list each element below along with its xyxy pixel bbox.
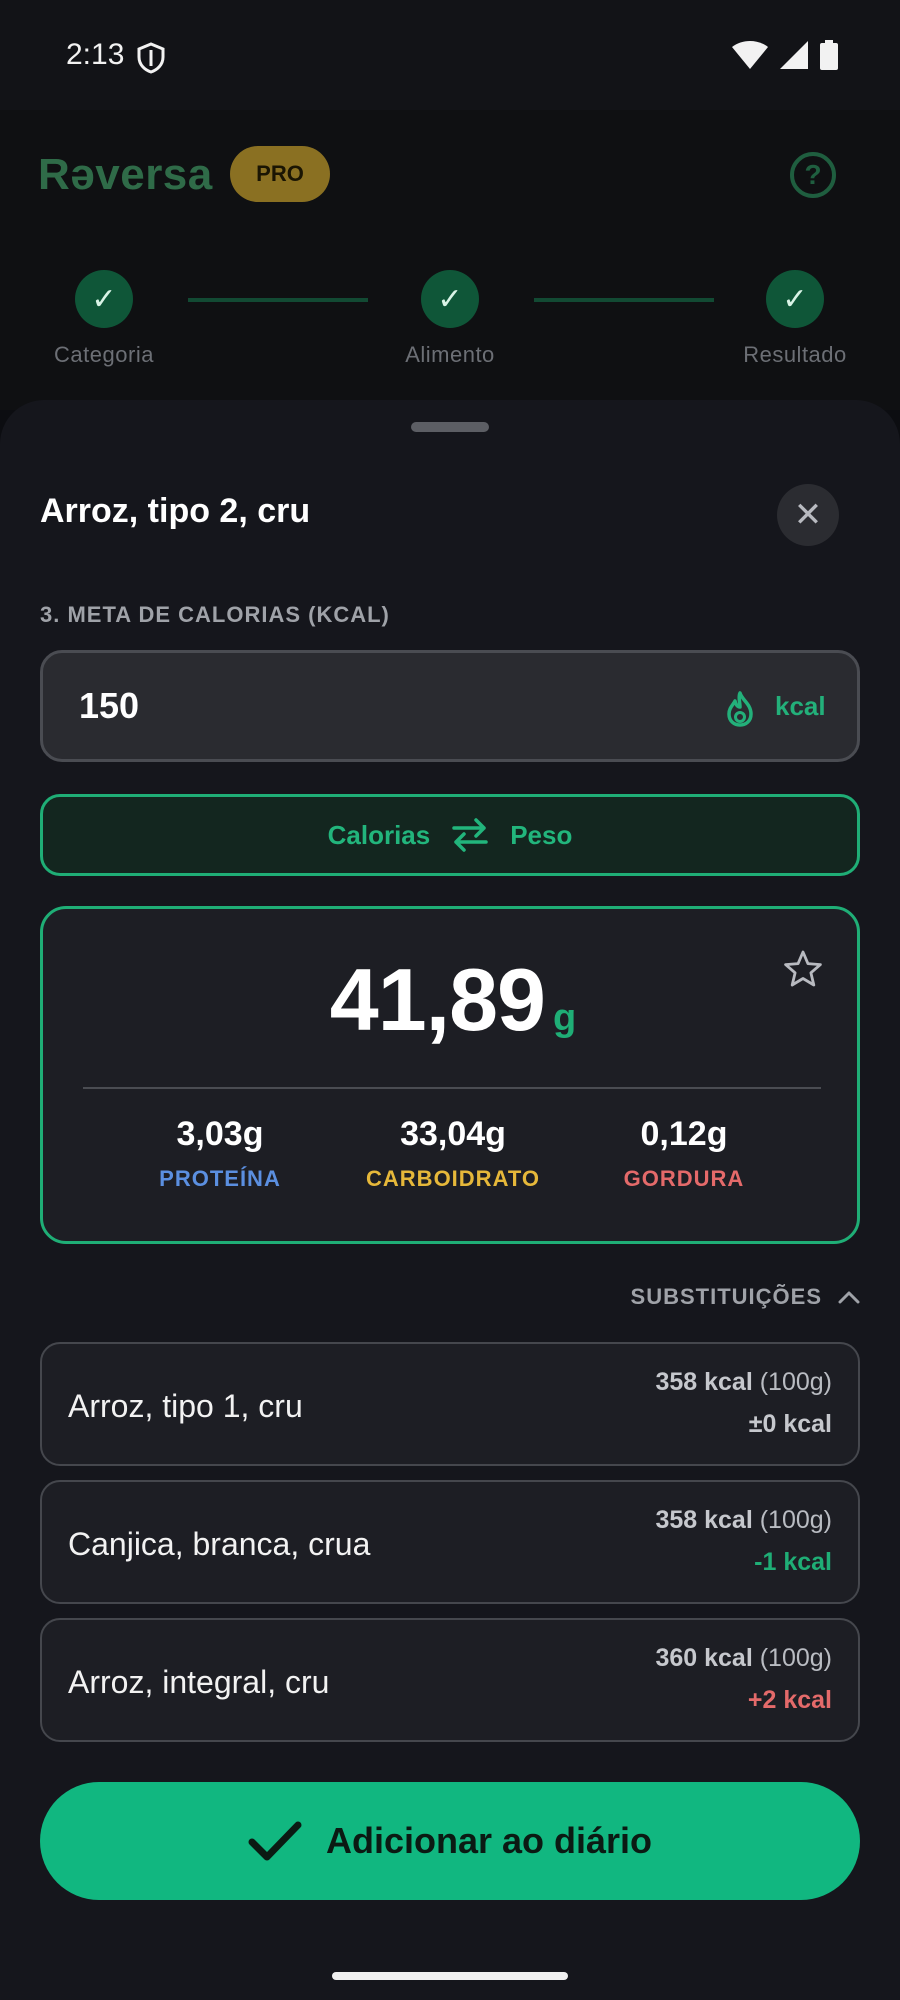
app-header: Rəversa PRO ? ✓ Categoria ✓ Alimento ✓ R… <box>0 110 900 410</box>
step-label: Categoria <box>54 342 154 367</box>
divider <box>83 1087 821 1089</box>
macro-label: GORDURA <box>623 1166 745 1191</box>
macro-label: PROTEÍNA <box>159 1166 281 1191</box>
substitutions-toggle[interactable]: SUBSTITUIÇÕES <box>631 1284 860 1310</box>
home-indicator[interactable] <box>332 1972 568 1980</box>
macro-value: 33,04g <box>400 1115 506 1153</box>
substitution-item[interactable]: Canjica, branca, crua 358 kcal (100g) -1… <box>40 1480 860 1604</box>
step-resultado: ✓ Resultado <box>725 270 865 368</box>
macro-value: 3,03g <box>176 1115 264 1153</box>
check-icon <box>248 1821 302 1861</box>
macro-protein: 3,03g PROTEÍNA <box>105 1115 335 1192</box>
app-logo: Rəversa <box>38 150 213 199</box>
substitution-kcal: 358 kcal (100g) <box>655 1368 832 1397</box>
substitution-name: Arroz, integral, cru <box>68 1664 330 1700</box>
macro-label: CARBOIDRATO <box>366 1166 540 1191</box>
check-icon: ✓ <box>421 270 479 328</box>
calorie-input[interactable]: 150 kcal <box>40 650 860 762</box>
chevron-up-icon <box>838 1291 860 1304</box>
substitution-kcal-value: 358 kcal <box>655 1368 753 1396</box>
substitution-kcal: 358 kcal (100g) <box>655 1506 832 1535</box>
add-button-label: Adicionar ao diário <box>325 1820 653 1861</box>
wifi-icon <box>732 41 768 69</box>
substitution-diff: ±0 kcal <box>748 1410 832 1438</box>
substitution-name: Canjica, branca, crua <box>68 1526 371 1562</box>
drag-handle[interactable] <box>411 422 489 432</box>
swap-icon <box>452 818 488 852</box>
macro-fat: 0,12g GORDURA <box>569 1115 799 1192</box>
status-bar: 2:13 <box>0 0 900 110</box>
bottom-sheet: Arroz, tipo 2, cru ✕ 3. META DE CALORIAS… <box>0 400 900 2000</box>
step-label: Alimento <box>405 342 495 367</box>
status-time: 2:13 <box>66 38 125 71</box>
help-icon[interactable]: ? <box>790 152 836 198</box>
result-unit: g <box>553 997 577 1039</box>
calorie-input-value: 150 <box>79 685 140 726</box>
shield-icon <box>137 42 165 74</box>
check-icon: ✓ <box>766 270 824 328</box>
step-label: Resultado <box>743 342 847 367</box>
result-card: 41,89 g 3,03g PROTEÍNA 33,04g CARBOIDRATO… <box>40 906 860 1244</box>
step-alimento: ✓ Alimento <box>380 270 520 368</box>
substitution-name: Arroz, tipo 1, cru <box>68 1388 303 1424</box>
pro-badge: PRO <box>230 146 330 202</box>
close-button[interactable]: ✕ <box>777 484 839 546</box>
calorie-unit: kcal <box>775 691 826 721</box>
substitution-item[interactable]: Arroz, integral, cru 360 kcal (100g) +2 … <box>40 1618 860 1742</box>
substitution-kcal: 360 kcal (100g) <box>655 1644 832 1673</box>
result-number: 41,89 <box>329 950 546 1049</box>
substitution-portion: (100g) <box>759 1644 832 1672</box>
battery-icon <box>820 40 838 70</box>
substitution-kcal-value: 360 kcal <box>655 1644 753 1672</box>
flame-icon <box>727 691 753 727</box>
step-connector <box>188 298 368 302</box>
section-label: 3. META DE CALORIAS (KCAL) <box>40 602 390 627</box>
substitution-kcal-value: 358 kcal <box>655 1506 753 1534</box>
substitution-portion: (100g) <box>759 1506 832 1534</box>
check-icon: ✓ <box>75 270 133 328</box>
signal-icon <box>780 41 808 69</box>
result-value: 41,89 g <box>43 949 863 1051</box>
substitution-portion: (100g) <box>759 1368 832 1396</box>
macro-carb: 33,04g CARBOIDRATO <box>338 1115 568 1192</box>
food-title: Arroz, tipo 2, cru <box>40 492 311 530</box>
step-categoria: ✓ Categoria <box>34 270 174 368</box>
star-icon[interactable] <box>783 949 823 989</box>
toggle-left-label: Calorias <box>327 819 431 850</box>
close-icon: ✕ <box>793 496 823 534</box>
calories-weight-toggle[interactable]: Calorias Peso <box>40 794 860 876</box>
step-connector <box>534 298 714 302</box>
substitution-item[interactable]: Arroz, tipo 1, cru 358 kcal (100g) ±0 kc… <box>40 1342 860 1466</box>
substitutions-header: SUBSTITUIÇÕES <box>630 1284 822 1309</box>
add-to-diary-button[interactable]: Adicionar ao diário <box>40 1782 860 1900</box>
toggle-right-label: Peso <box>510 819 573 850</box>
macro-value: 0,12g <box>640 1115 728 1153</box>
substitution-diff: -1 kcal <box>754 1548 832 1576</box>
status-icons <box>732 40 838 70</box>
substitution-diff: +2 kcal <box>747 1686 832 1714</box>
